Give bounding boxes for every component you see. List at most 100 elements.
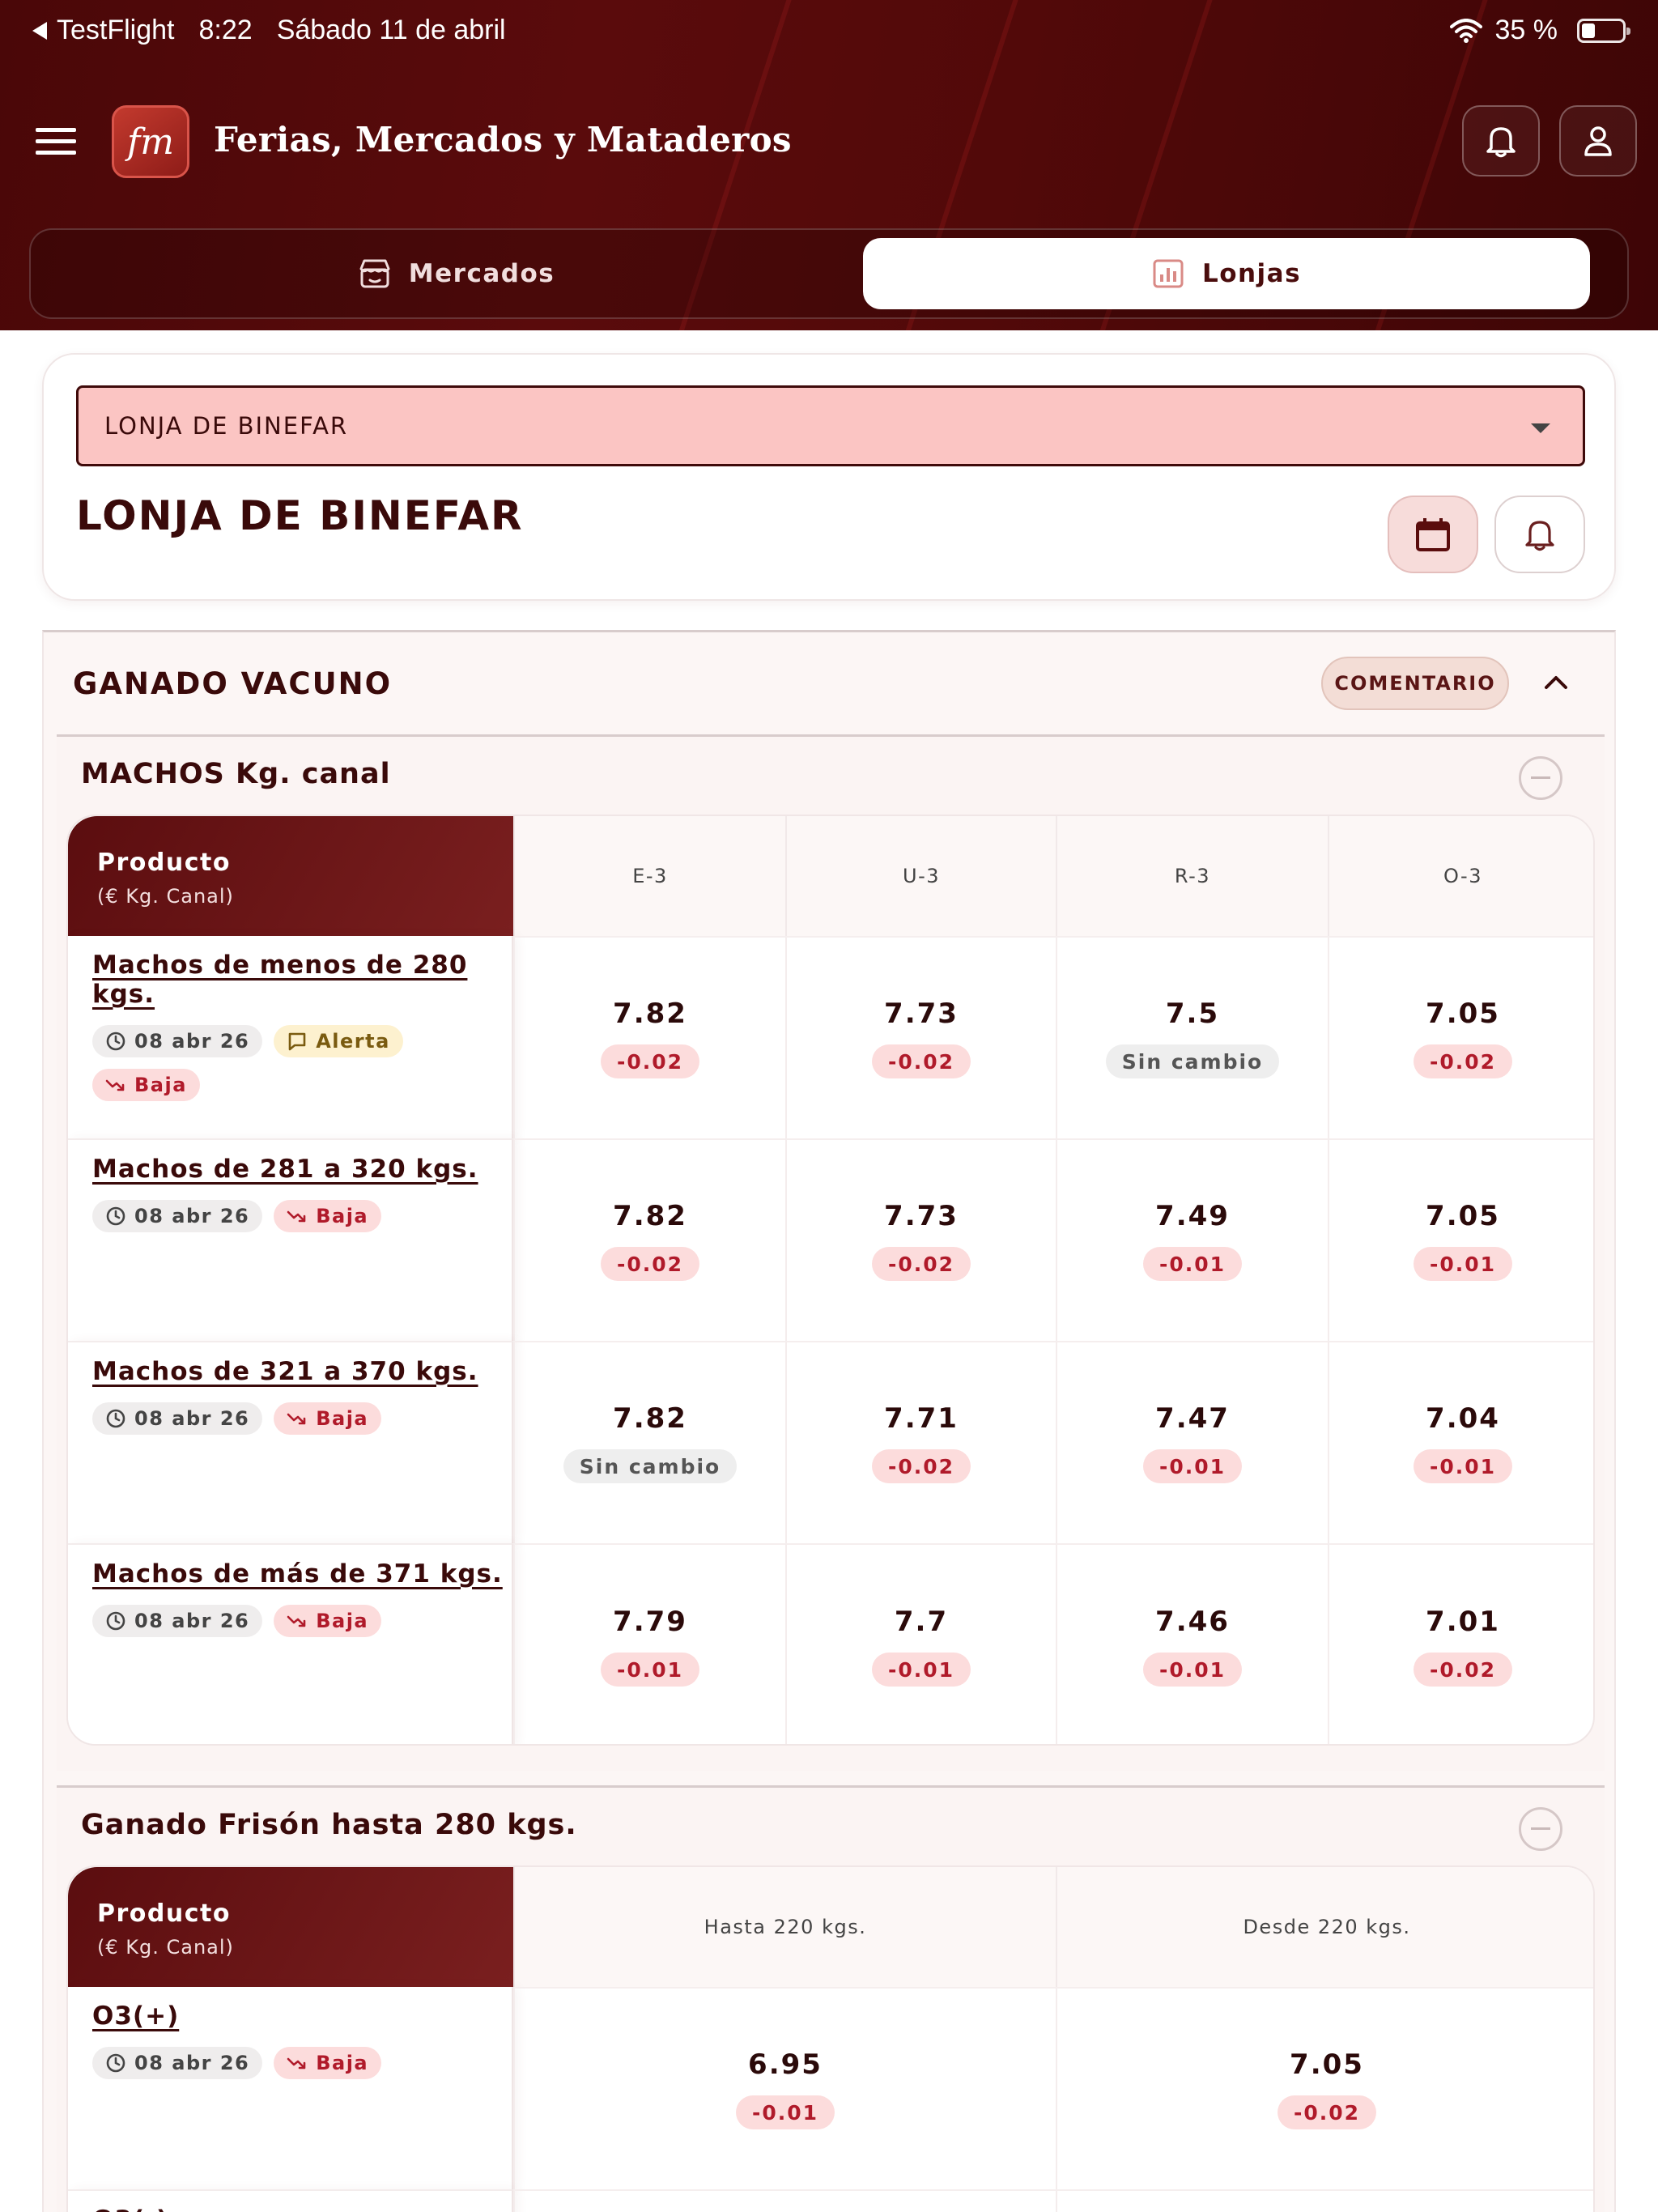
clock-icon	[106, 1206, 125, 1226]
subsection-machos: MACHOS Kg. canal Producto (€ Kg. Canal) …	[57, 734, 1605, 1771]
price-cell: 7.05 -0.02	[1056, 1987, 1593, 2189]
price-cell: 7.46 -0.01	[1056, 1543, 1328, 1744]
lonja-title: LONJA DE BINEFAR	[76, 492, 524, 539]
price-value: 7.47	[1155, 1402, 1230, 1435]
chevron-up-icon	[1545, 676, 1567, 689]
column-header: U-3	[785, 816, 1056, 936]
product-column-header: Producto (€ Kg. Canal)	[68, 816, 513, 936]
price-cell	[1056, 2189, 1593, 2212]
clock-icon	[106, 1032, 125, 1051]
price-value: 7.05	[1426, 1200, 1500, 1232]
tab-mercados-label: Mercados	[408, 259, 555, 288]
collapse-subsection-button[interactable]	[1519, 756, 1562, 800]
price-cell	[513, 2189, 1056, 2212]
alert-chip[interactable]: Alerta	[274, 1025, 403, 1057]
price-table: Producto (€ Kg. Canal) Hasta 220 kgs. De…	[66, 1865, 1595, 2212]
trending-down-icon	[287, 2057, 306, 2069]
calendar-icon	[1416, 518, 1450, 551]
notifications-button[interactable]	[1462, 105, 1540, 177]
price-cell: 7.47 -0.01	[1056, 1341, 1328, 1543]
wifi-icon	[1449, 18, 1482, 43]
price-delta: -0.01	[1142, 1449, 1243, 1483]
collapse-subsection-button[interactable]	[1519, 1807, 1562, 1851]
price-value: 6.95	[748, 2048, 823, 2081]
status-date: Sábado 11 de abril	[276, 15, 506, 45]
trending-down-icon	[287, 1615, 306, 1627]
back-arrow-icon	[32, 21, 47, 40]
price-cell: 7.49 -0.01	[1056, 1138, 1328, 1341]
price-cell: 7.01 -0.02	[1328, 1543, 1593, 1744]
table-row: Machos de 281 a 320 kgs. 08 abr 26 Baja	[68, 1138, 513, 1341]
column-header: R-3	[1056, 816, 1328, 936]
app-header: TestFlight 8:22 Sábado 11 de abril 35 % …	[0, 0, 1658, 330]
section-ganado-vacuno: GANADO VACUNO COMENTARIO MACHOS Kg. cana…	[42, 630, 1616, 2212]
price-delta: Sin cambio	[1105, 1044, 1280, 1078]
back-app-label: TestFlight	[57, 15, 175, 45]
price-value: 7.01	[1426, 1606, 1500, 1638]
calendar-button[interactable]	[1388, 496, 1478, 573]
trending-down-icon	[287, 1413, 306, 1425]
section-title: GANADO VACUNO	[73, 666, 393, 701]
tab-lonjas[interactable]: Lonjas	[863, 238, 1590, 309]
price-cell: 7.82 Sin cambio	[513, 1341, 785, 1543]
profile-button[interactable]	[1559, 105, 1637, 177]
product-link[interactable]: Machos de 281 a 320 kgs.	[92, 1155, 478, 1184]
main-tabs: Mercados Lonjas	[29, 228, 1629, 319]
trend-chip: Baja	[92, 1069, 200, 1101]
product-column-header: Producto (€ Kg. Canal)	[68, 1867, 513, 1987]
trend-chip: Baja	[274, 1200, 382, 1232]
subsection-title: MACHOS Kg. canal	[81, 758, 391, 790]
collapse-section-button[interactable]	[1540, 666, 1572, 699]
product-link[interactable]: O3(+)	[92, 2001, 179, 2031]
price-cell: 7.05 -0.01	[1328, 1138, 1593, 1341]
price-cell: 7.73 -0.02	[785, 1138, 1056, 1341]
trend-chip: Baja	[274, 2047, 382, 2079]
clock-icon	[106, 1409, 125, 1428]
price-delta: -0.01	[871, 1653, 971, 1687]
product-unit-label: (€ Kg. Canal)	[97, 885, 234, 908]
price-value: 7.5	[1165, 998, 1220, 1030]
table-row: Machos de más de 371 kgs. 08 abr 26 Baja	[68, 1543, 513, 1744]
price-delta: -0.02	[1413, 1044, 1513, 1078]
price-delta: -0.02	[1277, 2095, 1377, 2129]
price-cell: 6.95 -0.01	[513, 1987, 1056, 2189]
comment-button[interactable]: COMENTARIO	[1321, 657, 1509, 710]
price-delta: -0.02	[600, 1044, 700, 1078]
price-value: 7.82	[613, 998, 687, 1030]
date-chip: 08 abr 26	[92, 1402, 263, 1435]
price-value: 7.82	[613, 1402, 687, 1435]
product-unit-label: (€ Kg. Canal)	[97, 1936, 234, 1959]
trending-down-icon	[287, 1210, 306, 1223]
column-header: Desde 220 kgs.	[1056, 1867, 1593, 1987]
price-delta: -0.02	[1413, 1653, 1513, 1687]
back-to-app-button[interactable]: TestFlight	[32, 15, 175, 46]
price-cell: 7.82 -0.02	[513, 936, 785, 1138]
product-link[interactable]: Machos de menos de 280 kgs.	[92, 951, 512, 1009]
subsection-frison: Ganado Frisón hasta 280 kgs. Producto (€…	[57, 1785, 1605, 2212]
bell-icon	[1525, 521, 1554, 551]
price-cell: 7.04 -0.01	[1328, 1341, 1593, 1543]
lonja-select[interactable]: LONJA DE BINEFAR	[76, 385, 1585, 466]
column-header: E-3	[513, 816, 785, 936]
trending-down-icon	[105, 1079, 125, 1091]
date-chip: 08 abr 26	[92, 1605, 263, 1637]
price-value: 7.73	[884, 1200, 959, 1232]
price-cell: 7.73 -0.02	[785, 936, 1056, 1138]
caret-down-icon	[1531, 423, 1550, 433]
menu-button[interactable]	[36, 128, 76, 159]
product-link[interactable]: Machos de más de 371 kgs.	[92, 1559, 503, 1589]
product-header-label: Producto	[97, 849, 231, 877]
date-chip: 08 abr 26	[92, 2047, 263, 2079]
price-value: 7.49	[1155, 1200, 1230, 1232]
price-value: 7.05	[1426, 998, 1500, 1030]
product-link[interactable]: O3(-)	[92, 2206, 168, 2212]
tab-mercados[interactable]: Mercados	[39, 238, 874, 309]
store-icon	[359, 259, 390, 288]
user-icon	[1584, 126, 1612, 156]
product-header-label: Producto	[97, 1899, 231, 1928]
lonja-alert-button[interactable]	[1494, 496, 1585, 573]
product-link[interactable]: Machos de 321 a 370 kgs.	[92, 1357, 478, 1386]
price-delta: -0.02	[871, 1247, 971, 1281]
price-cell: 7.7 -0.01	[785, 1543, 1056, 1744]
price-delta: -0.02	[871, 1449, 971, 1483]
